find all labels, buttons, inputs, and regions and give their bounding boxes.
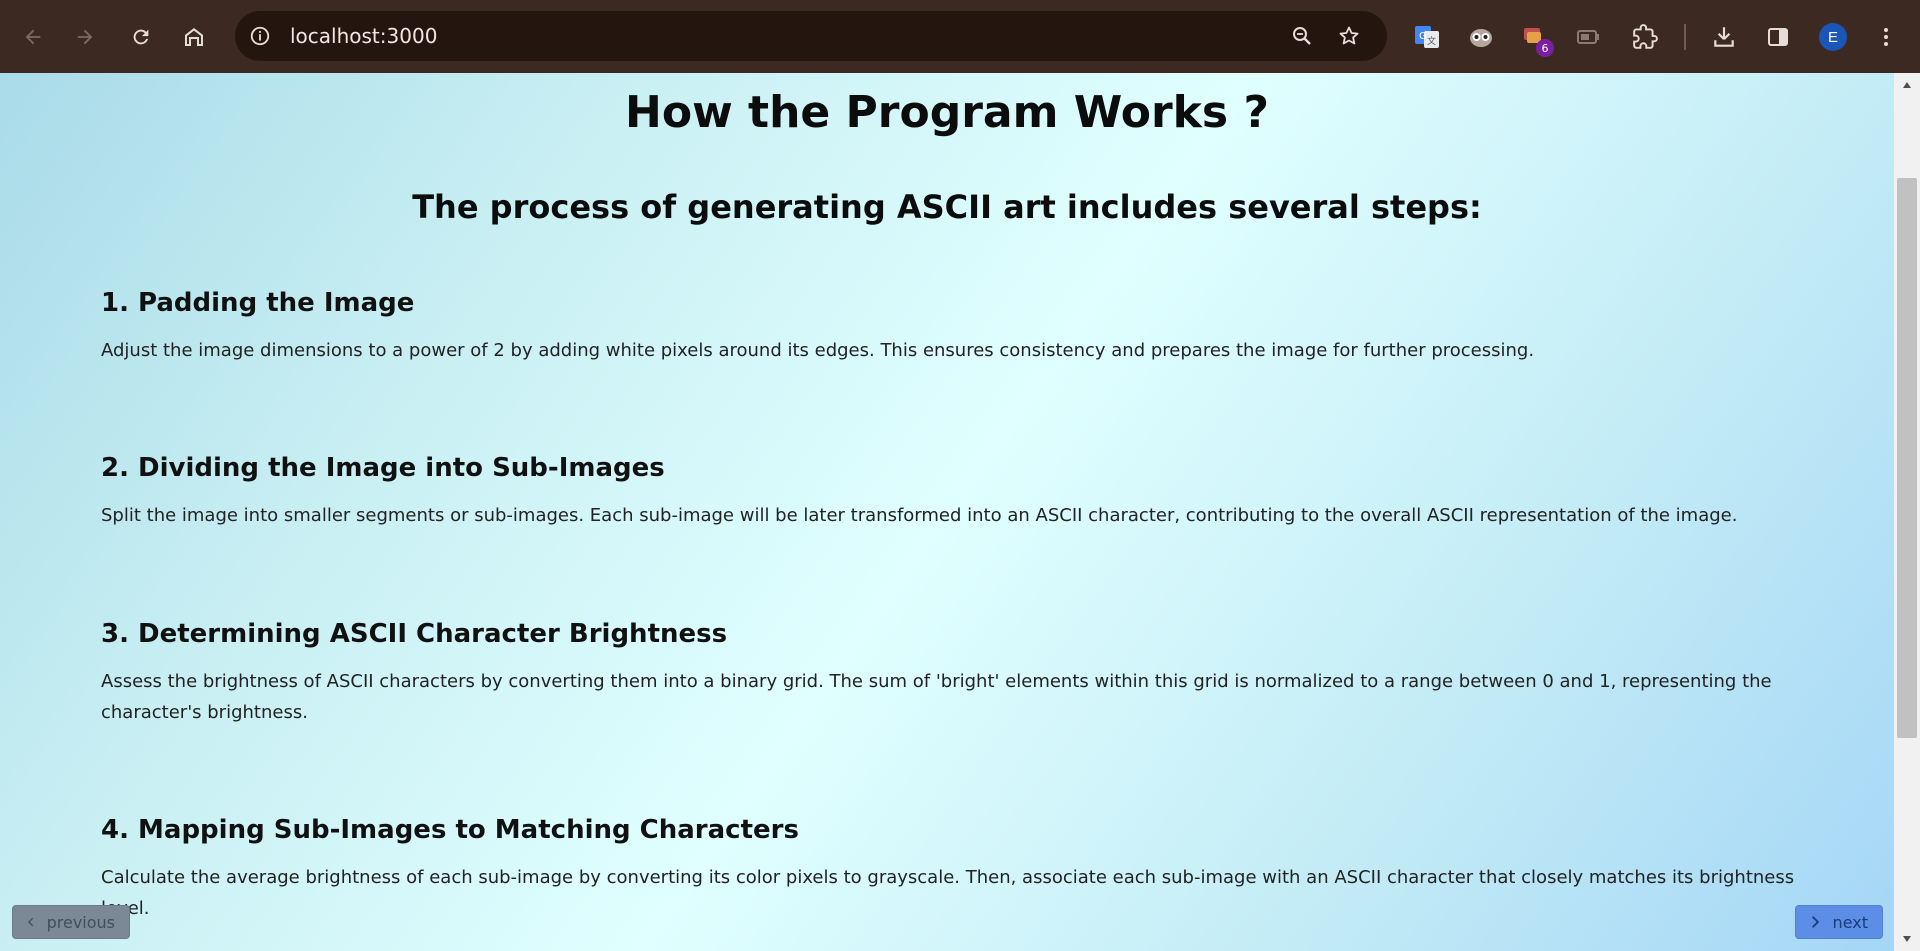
arrow-right-icon	[77, 29, 93, 45]
step-mapping: 4. Mapping Sub-Images to Matching Charac…	[101, 812, 1801, 924]
page-subtitle: The process of generating ASCII art incl…	[412, 188, 1482, 226]
owl-extension-icon[interactable]	[1463, 19, 1499, 55]
forward-button[interactable]	[68, 20, 102, 54]
browser-menu-icon[interactable]	[1868, 19, 1904, 55]
step-heading: 2. Dividing the Image into Sub-Images	[101, 453, 665, 483]
next-label: next	[1832, 912, 1868, 932]
step-brightness: 3. Determining ASCII Character Brightnes…	[101, 616, 1801, 728]
scroll-up-arrow-icon[interactable]	[1898, 78, 1916, 92]
translate-extension-icon[interactable]: G文	[1409, 19, 1445, 55]
side-panel-icon[interactable]	[1760, 19, 1796, 55]
step-padding: 1. Padding the Image Adjust the image di…	[101, 285, 1801, 366]
flashcard-extension-icon[interactable]: 6	[1516, 19, 1554, 57]
battery-extension-icon[interactable]	[1570, 19, 1606, 55]
zoom-icon[interactable]	[1290, 24, 1314, 52]
scroll-down-arrow-icon[interactable]	[1898, 932, 1916, 946]
next-button[interactable]: next	[1795, 905, 1883, 939]
extension-badge: 6	[1536, 39, 1554, 57]
bookmark-star-icon[interactable]	[1337, 24, 1361, 52]
downloads-icon[interactable]	[1706, 19, 1742, 55]
step-description: Adjust the image dimensions to a power o…	[101, 340, 1535, 361]
back-button[interactable]	[16, 20, 50, 54]
url-text[interactable]: localhost:3000	[290, 24, 437, 48]
chevron-right-icon	[1812, 916, 1820, 928]
step-description: Calculate the average brightness of each…	[101, 867, 1795, 919]
step-heading: 3. Determining ASCII Character Brightnes…	[101, 619, 728, 649]
reload-icon	[133, 29, 149, 45]
extensions-puzzle-icon[interactable]	[1627, 19, 1663, 55]
arrow-left-icon	[25, 29, 41, 45]
reload-button[interactable]	[124, 20, 158, 54]
scrollbar-thumb[interactable]	[1897, 178, 1917, 738]
step-heading: 4. Mapping Sub-Images to Matching Charac…	[101, 815, 799, 845]
chevron-left-icon	[28, 917, 34, 927]
site-info-icon[interactable]	[249, 25, 271, 51]
previous-label: previous	[46, 912, 115, 932]
svg-text:G: G	[1419, 31, 1427, 42]
page-title: How the Program Works ?	[625, 87, 1269, 138]
step-heading: 1. Padding the Image	[101, 288, 415, 318]
svg-text:文: 文	[1427, 35, 1436, 47]
page-viewport: How the Program Works ? The process of g…	[0, 73, 1894, 951]
step-description: Split the image into smaller segments or…	[101, 505, 1738, 526]
previous-button[interactable]: previous	[12, 905, 130, 939]
toolbar-divider	[1684, 24, 1686, 50]
home-button[interactable]	[177, 20, 211, 54]
step-dividing: 2. Dividing the Image into Sub-Images Sp…	[101, 450, 1801, 531]
home-icon	[185, 28, 203, 46]
step-description: Assess the brightness of ASCII character…	[101, 671, 1772, 723]
browser-toolbar: localhost:3000 G文 6 E	[0, 0, 1920, 73]
address-bar[interactable]: localhost:3000	[235, 11, 1387, 61]
profile-avatar[interactable]: E	[1819, 23, 1847, 51]
